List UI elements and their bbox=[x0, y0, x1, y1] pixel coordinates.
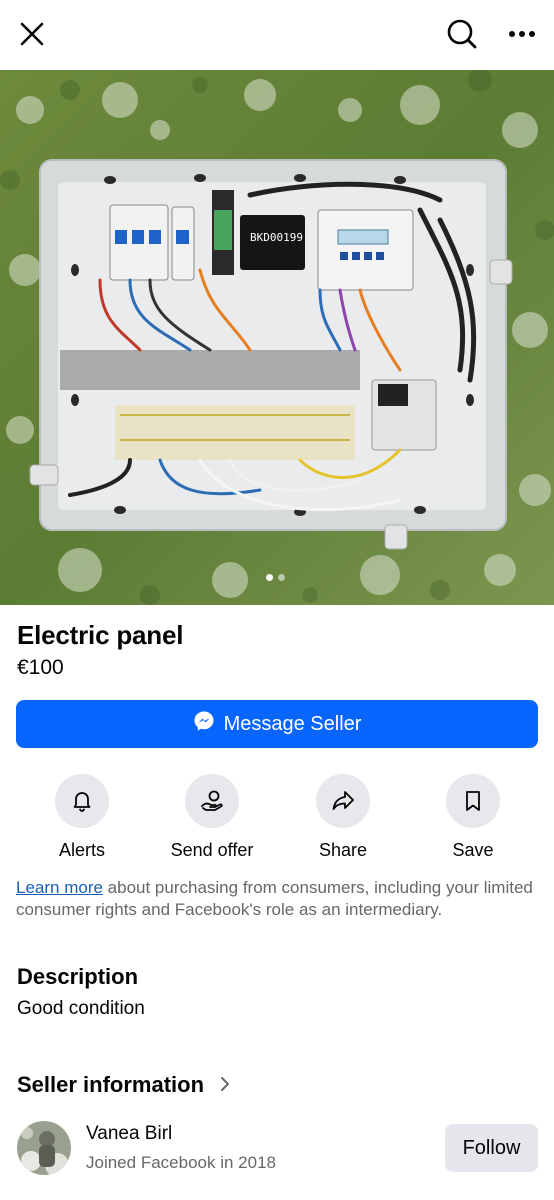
more-horizontal-icon[interactable] bbox=[504, 16, 540, 52]
listing-price: €100 bbox=[17, 656, 64, 679]
seller-joined-date: Joined Facebook in 2018 bbox=[86, 1153, 276, 1172]
save-button[interactable]: Save bbox=[408, 774, 538, 861]
seller-name[interactable]: Vanea Birl bbox=[86, 1123, 172, 1145]
offer-hand-icon bbox=[185, 774, 239, 828]
action-row: Alerts Send offer Share Save bbox=[0, 774, 554, 864]
listing-photo[interactable]: BKD00199 bbox=[0, 70, 554, 605]
follow-button[interactable]: Follow bbox=[445, 1124, 538, 1172]
seller-information-label: Seller information bbox=[17, 1072, 205, 1097]
search-icon[interactable] bbox=[444, 16, 480, 52]
share-button[interactable]: Share bbox=[278, 774, 408, 861]
share-label: Share bbox=[318, 840, 368, 860]
listing-title: Electric panel bbox=[17, 620, 184, 650]
top-bar bbox=[0, 0, 554, 70]
alerts-label: Alerts bbox=[58, 840, 105, 860]
bookmark-icon bbox=[446, 774, 500, 828]
seller-information-heading[interactable]: Seller information bbox=[17, 1072, 230, 1098]
seller-avatar[interactable] bbox=[17, 1121, 71, 1175]
consumer-rights-notice: Learn more about purchasing from consume… bbox=[16, 877, 538, 921]
message-seller-button[interactable]: Message Seller bbox=[16, 700, 538, 748]
description-text: Good condition bbox=[17, 998, 145, 1019]
photo-label-text: BKD00199 bbox=[250, 231, 303, 244]
close-icon[interactable] bbox=[14, 16, 50, 52]
carousel-dot bbox=[278, 574, 285, 581]
share-arrow-icon bbox=[316, 774, 370, 828]
send-offer-label: Send offer bbox=[170, 840, 254, 860]
message-seller-label: Message Seller bbox=[223, 712, 362, 735]
chevron-right-icon bbox=[220, 1072, 230, 1098]
description-heading: Description bbox=[17, 964, 139, 989]
send-offer-button[interactable]: Send offer bbox=[147, 774, 277, 861]
carousel-dot-active bbox=[266, 574, 273, 581]
electric-panel-image: BKD00199 bbox=[0, 70, 554, 605]
learn-more-link[interactable]: Learn more bbox=[16, 878, 103, 897]
alerts-button[interactable]: Alerts bbox=[17, 774, 147, 861]
messenger-icon bbox=[193, 710, 215, 738]
carousel-indicator bbox=[266, 574, 285, 581]
bell-icon bbox=[55, 774, 109, 828]
save-label: Save bbox=[452, 840, 494, 860]
